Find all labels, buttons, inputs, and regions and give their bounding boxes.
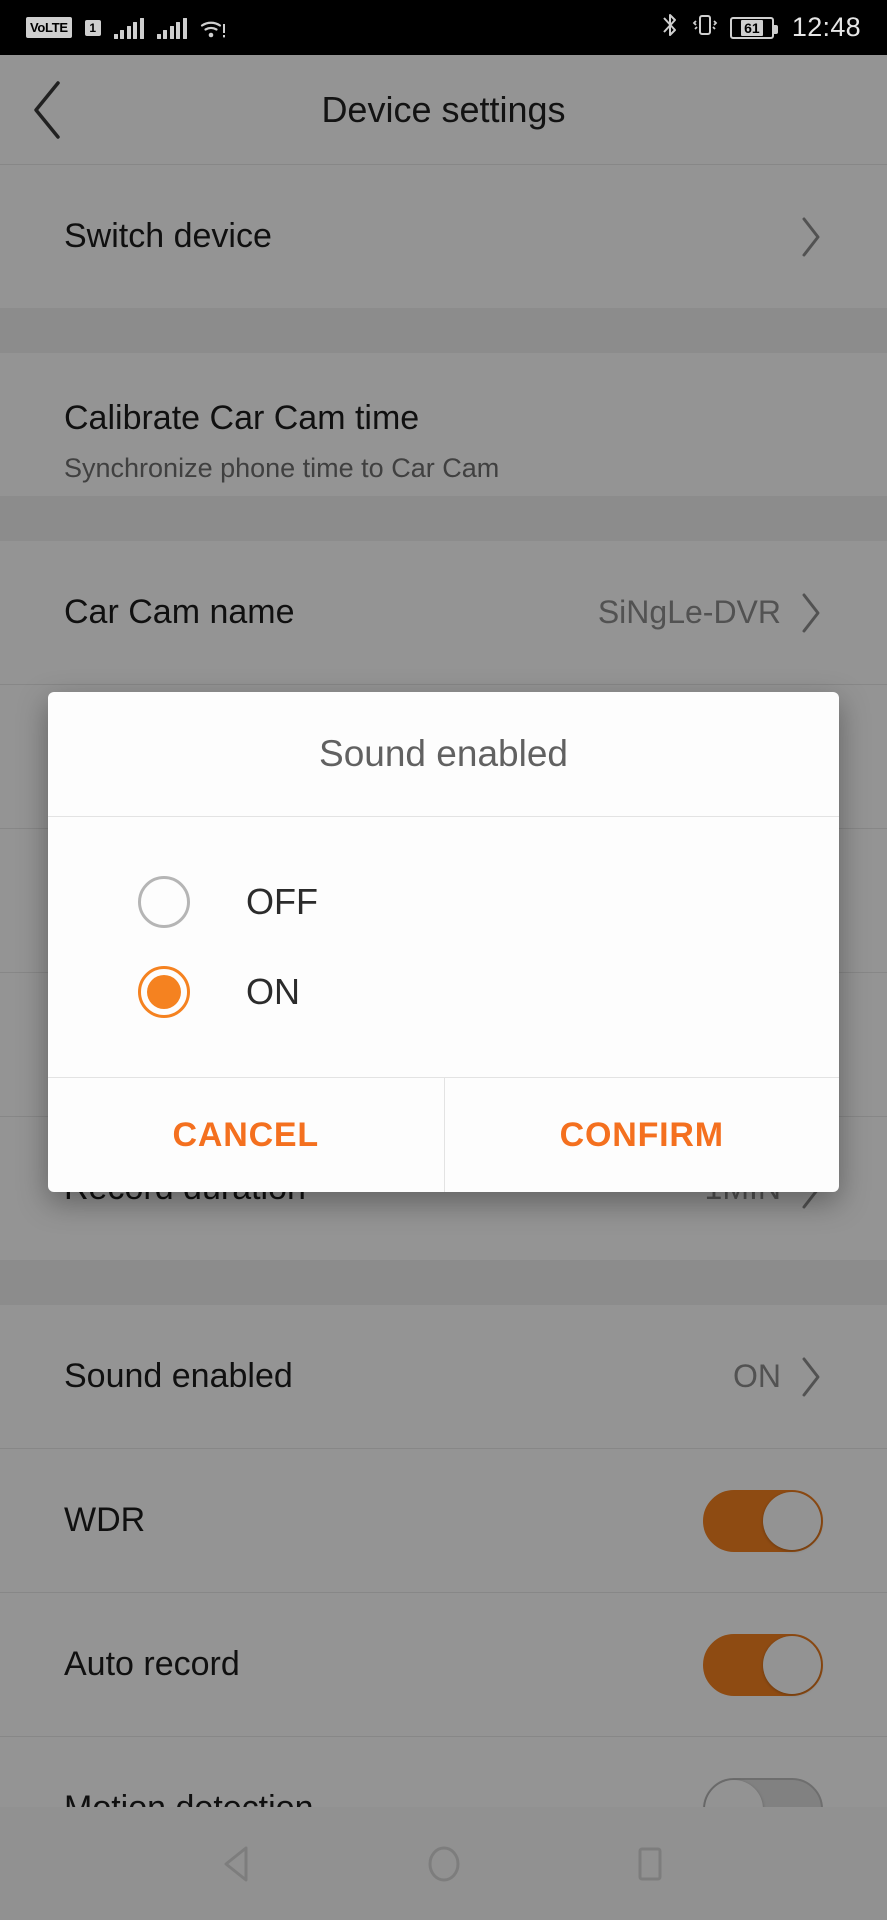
status-bar: VoLTE 1 61 12:48 bbox=[0, 0, 887, 55]
radio-option-off[interactable]: OFF bbox=[48, 857, 839, 947]
battery-level-label: 61 bbox=[741, 19, 763, 36]
bluetooth-icon bbox=[660, 12, 680, 43]
sound-enabled-dialog: Sound enabled OFF ON CANCEL CONFIRM bbox=[48, 692, 839, 1192]
dialog-title: Sound enabled bbox=[48, 692, 839, 817]
signal-bars-icon bbox=[113, 17, 144, 39]
clock-label: 12:48 bbox=[791, 12, 861, 42]
volte-icon: VoLTE bbox=[26, 17, 72, 38]
signal-bars-icon bbox=[156, 17, 187, 39]
dialog-actions: CANCEL CONFIRM bbox=[48, 1077, 839, 1192]
cancel-button[interactable]: CANCEL bbox=[48, 1078, 444, 1192]
dialog-options: OFF ON bbox=[48, 817, 839, 1077]
radio-button-selected-icon[interactable] bbox=[138, 966, 190, 1018]
vibrate-icon bbox=[691, 12, 719, 43]
radio-option-on[interactable]: ON bbox=[48, 947, 839, 1037]
sim-badge-icon: 1 bbox=[84, 19, 101, 36]
radio-option-label: OFF bbox=[246, 881, 318, 922]
wifi-icon bbox=[200, 17, 226, 39]
battery-icon: 61 bbox=[729, 16, 778, 39]
confirm-button[interactable]: CONFIRM bbox=[443, 1078, 840, 1192]
phone-screen: VoLTE 1 61 12:48 Device settings Switch … bbox=[0, 0, 887, 1920]
status-bar-left: VoLTE 1 bbox=[26, 17, 226, 39]
radio-option-label: ON bbox=[246, 971, 300, 1012]
status-bar-right: 61 12:48 bbox=[660, 12, 861, 43]
radio-button-icon[interactable] bbox=[138, 876, 190, 928]
